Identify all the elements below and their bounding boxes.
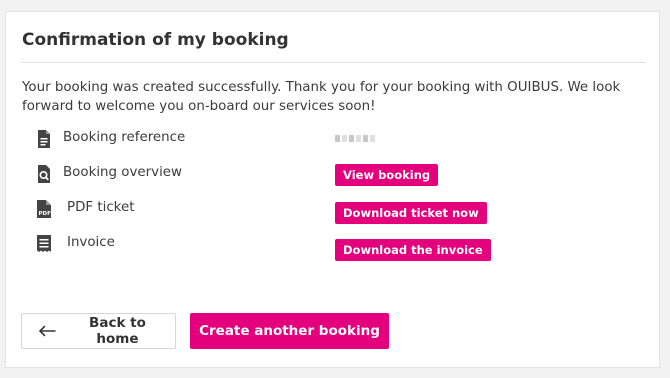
booking-overview-label: Booking overview <box>63 165 182 180</box>
invoice-row: Invoice Download the invoice <box>22 234 642 261</box>
download-ticket-button[interactable]: Download ticket now <box>335 202 487 224</box>
booking-reference-label: Booking reference <box>63 130 186 145</box>
back-to-home-label: Back to home <box>89 315 146 347</box>
create-another-booking-button[interactable]: Create another booking <box>190 313 389 349</box>
svg-text:PDF: PDF <box>39 211 52 217</box>
booking-reference-row: Booking reference <box>22 129 642 153</box>
booking-confirmation-card: Confirmation of my booking Your booking … <box>5 11 660 368</box>
confirmation-message: Your booking was created successfully. T… <box>22 80 621 114</box>
arrow-left-icon <box>39 325 56 337</box>
card-title: Confirmation of my booking <box>22 30 289 50</box>
view-booking-button[interactable]: View booking <box>335 164 439 186</box>
invoice-label: Invoice <box>67 235 115 250</box>
document-icon <box>38 130 50 148</box>
title-divider <box>21 62 646 63</box>
back-to-home-button[interactable]: Back to home <box>21 313 176 349</box>
booking-reference-value-redacted <box>335 133 380 143</box>
search-document-icon <box>38 165 50 183</box>
pdf-ticket-label: PDF ticket <box>67 200 135 215</box>
booking-overview-row: Booking overview View booking <box>22 164 642 188</box>
download-invoice-button[interactable]: Download the invoice <box>335 239 491 261</box>
receipt-icon <box>37 235 51 252</box>
pdf-ticket-row: PDF PDF ticket Download ticket now <box>22 199 642 224</box>
pdf-file-icon: PDF <box>37 200 52 218</box>
